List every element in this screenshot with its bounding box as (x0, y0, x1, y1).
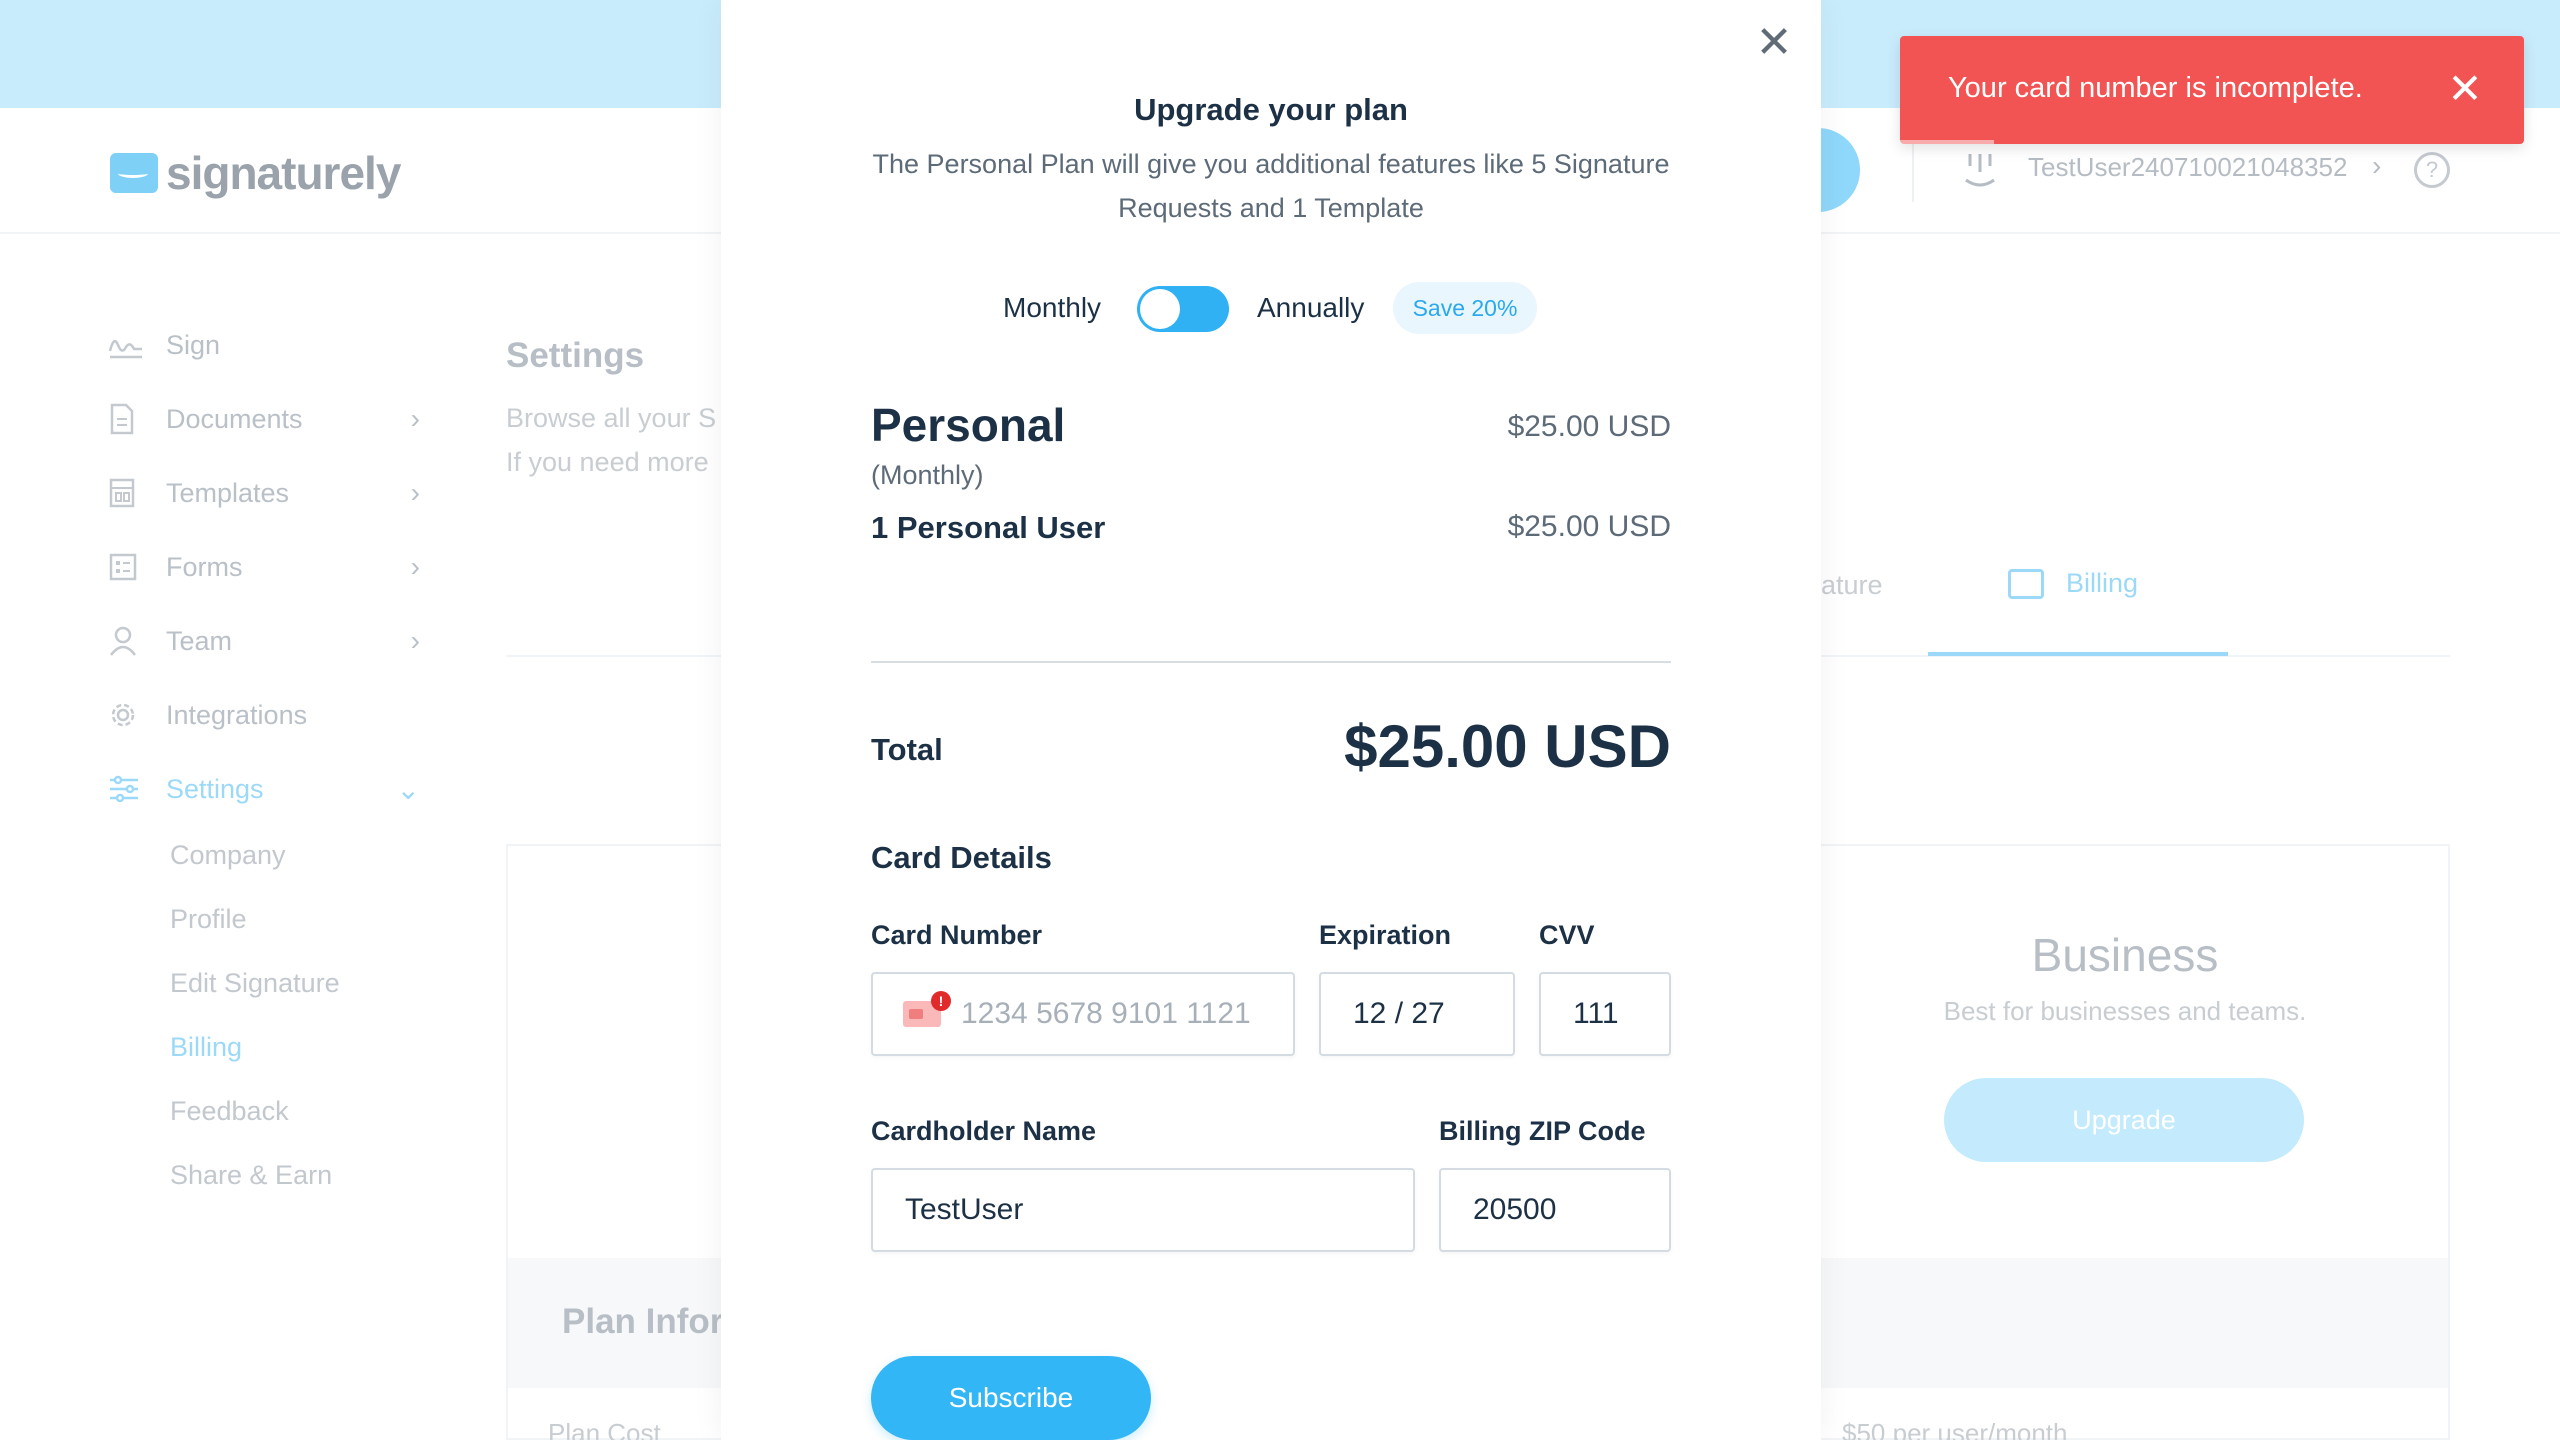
chevron-right-icon[interactable]: › (2372, 150, 2381, 182)
plan-cost-label: Plan Cost (548, 1418, 661, 1440)
subscribe-button[interactable]: Subscribe (871, 1356, 1151, 1440)
sidebar-item-label: Integrations (166, 699, 308, 730)
billing-zip-label: Billing ZIP Code (1439, 1116, 1646, 1146)
cardholder-name-label: Cardholder Name (871, 1116, 1097, 1146)
sidebar-sub-edit-signature[interactable]: Edit Signature (170, 968, 340, 999)
billing-period-toggle: Monthly Annually Save 20% (721, 282, 1821, 338)
sidebar-item-sign[interactable]: Sign (100, 320, 430, 370)
plan-cost-value: $50 per user/month (1842, 1418, 2068, 1440)
expiration-field[interactable]: 12 / 27 (1319, 972, 1515, 1056)
user-icon (108, 624, 152, 658)
sidebar-item-forms[interactable]: Forms › (100, 542, 430, 592)
save-badge: Save 20% (1393, 282, 1537, 334)
template-icon (108, 476, 152, 510)
sidebar-item-documents[interactable]: Documents › (100, 394, 430, 444)
brand-name: signaturely (166, 147, 401, 199)
chevron-right-icon: › (410, 551, 420, 582)
billing-period-switch[interactable] (1137, 286, 1229, 332)
monthly-label[interactable]: Monthly (1003, 292, 1101, 324)
sidebar-sub-billing[interactable]: Billing (170, 1032, 242, 1063)
error-toast: Your card number is incomplete. ✕ (1900, 36, 2524, 144)
close-icon[interactable]: ✕ (1749, 18, 1799, 68)
page-description: Browse all your S If you need more (506, 396, 726, 484)
credit-card-error-icon: ! (903, 991, 951, 1027)
card-number-field[interactable]: ! 1234 5678 9101 1121 (871, 972, 1295, 1056)
card-number-placeholder: 1234 5678 9101 1121 (961, 997, 1251, 1030)
sidebar-item-label: Settings (166, 773, 264, 804)
modal-title: Upgrade your plan (1134, 92, 1408, 127)
total-value: $25.00 USD (1344, 713, 1671, 780)
card-details-title: Card Details (871, 840, 1052, 875)
sidebar-sub-company[interactable]: Company (170, 840, 286, 871)
page-title: Settings (506, 336, 645, 375)
avatar-icon[interactable] (1958, 150, 2002, 190)
gear-icon (108, 698, 152, 732)
expiration-label: Expiration (1319, 920, 1452, 950)
switch-knob (1140, 289, 1180, 329)
sidebar-item-label: Documents (166, 403, 303, 434)
business-plan-title: Business (2031, 929, 2219, 981)
sidebar-item-settings[interactable]: Settings ⌄ (100, 764, 430, 814)
toast-message: Your card number is incomplete. (1948, 72, 2363, 104)
chevron-right-icon: › (410, 477, 420, 508)
summary-divider (871, 661, 1671, 663)
plan-info-title: Plan Infor (562, 1302, 724, 1341)
plan-price: $25.00 USD (1507, 410, 1671, 443)
business-plan-description: Best for businesses and teams. (1943, 996, 2307, 1026)
chevron-down-icon: ⌄ (396, 773, 420, 805)
business-upgrade-button[interactable]: Upgrade (1944, 1078, 2304, 1162)
billing-zip-field[interactable]: 20500 (1439, 1168, 1671, 1252)
sidebar-sub-feedback[interactable]: Feedback (170, 1096, 289, 1127)
sidebar-item-label: Templates (166, 477, 290, 508)
chevron-right-icon: › (410, 625, 420, 656)
active-tab-indicator (1928, 652, 2228, 656)
page-description-line: If you need more (506, 447, 709, 477)
sidebar-item-templates[interactable]: Templates › (100, 468, 430, 518)
help-icon[interactable]: ? (2414, 152, 2450, 188)
document-icon (108, 402, 152, 436)
cvv-label: CVV (1539, 920, 1595, 950)
plan-name: Personal (871, 399, 1066, 451)
total-label: Total (871, 732, 943, 767)
upgrade-plan-modal: ✕ Upgrade your plan The Personal Plan wi… (721, 0, 1821, 1440)
form-icon (108, 550, 152, 584)
toast-progress-bar (1900, 140, 1994, 144)
error-icon: ! (931, 991, 951, 1011)
sidebar-sub-share-earn[interactable]: Share & Earn (170, 1160, 332, 1191)
page-description-line: Browse all your S (506, 403, 717, 433)
card-number-label: Card Number (871, 920, 1043, 950)
sidebar-item-integrations[interactable]: Integrations (100, 690, 430, 740)
cvv-field[interactable]: 111 (1539, 972, 1671, 1056)
annually-label[interactable]: Annually (1257, 292, 1364, 324)
tab-billing-label: Billing (2066, 568, 2139, 598)
logo-icon (110, 153, 158, 193)
sidebar-item-label: Forms (166, 551, 243, 582)
cardholder-name-field[interactable]: TestUser (871, 1168, 1415, 1252)
chevron-right-icon: › (410, 403, 420, 434)
sidebar-sub-profile[interactable]: Profile (170, 904, 247, 935)
brand-logo[interactable]: signaturely (110, 146, 401, 200)
line-item-label: 1 Personal User (871, 510, 1106, 545)
header-divider (1912, 140, 1914, 202)
sliders-icon (108, 772, 152, 806)
card-icon (2008, 568, 2044, 599)
tab-billing[interactable]: Billing (2008, 568, 2138, 599)
header-username[interactable]: TestUser240710021048352 (2028, 152, 2347, 183)
line-item-price: $25.00 USD (1507, 510, 1671, 543)
plan-period: (Monthly) (871, 460, 984, 490)
signature-icon (108, 328, 152, 362)
modal-subtitle: The Personal Plan will give you addition… (872, 149, 1670, 223)
sidebar-item-team[interactable]: Team › (100, 616, 430, 666)
close-icon[interactable]: ✕ (2440, 64, 2490, 114)
sidebar-item-label: Team (166, 625, 233, 656)
sidebar-item-label: Sign (166, 329, 221, 360)
